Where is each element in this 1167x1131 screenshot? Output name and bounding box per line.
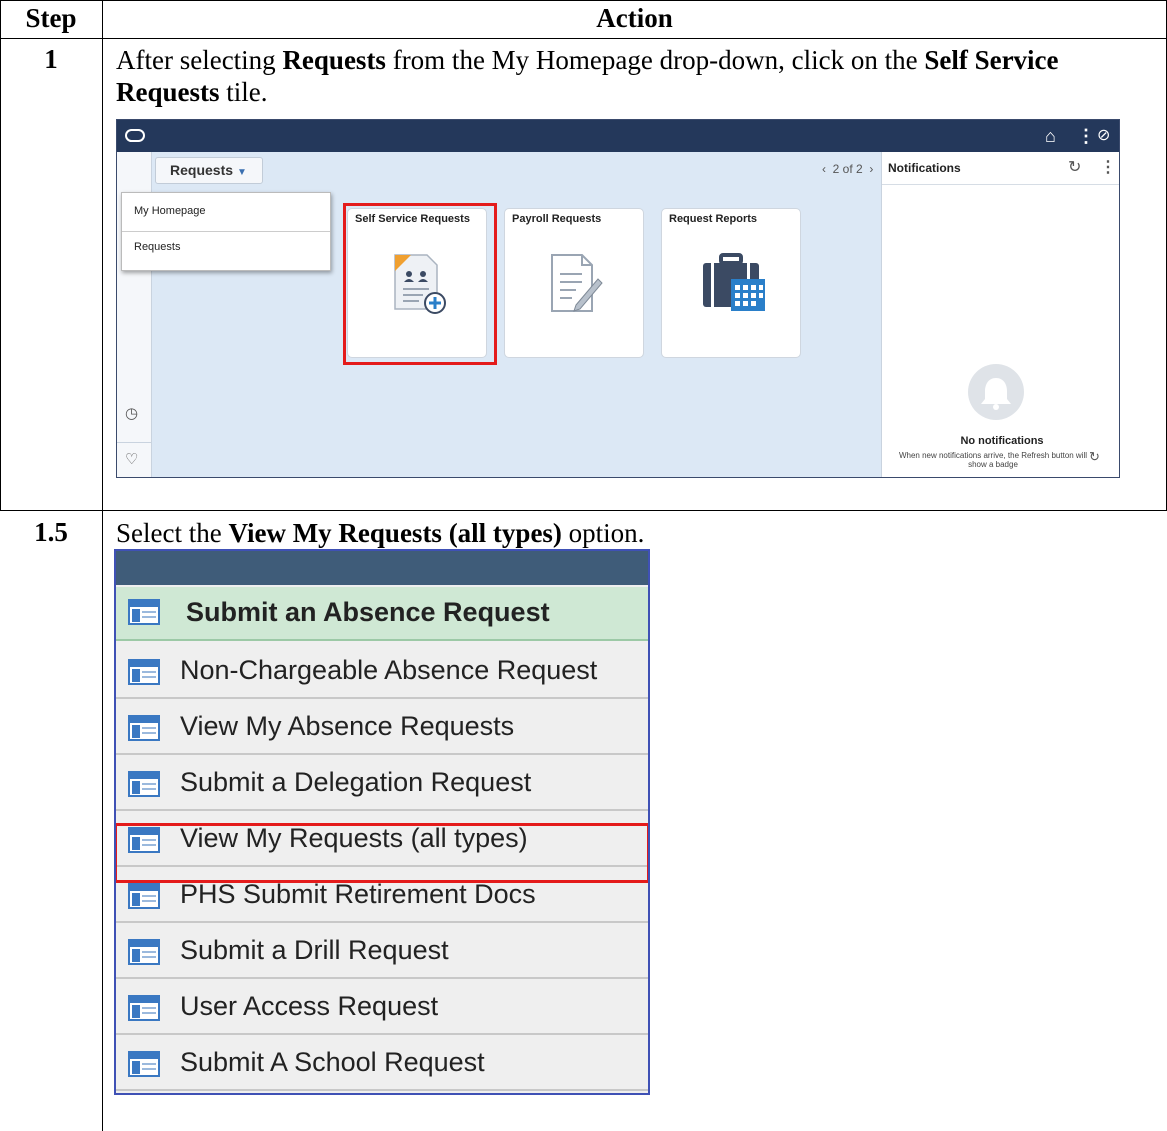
caret-down-icon: ▼	[237, 167, 247, 178]
step-instruction: After selecting Requests from the My Hom…	[116, 45, 1059, 107]
page-icon	[128, 599, 160, 632]
page-icon	[128, 771, 160, 804]
header-action: Action	[596, 3, 673, 33]
page-icon	[128, 995, 160, 1028]
page-icon	[128, 659, 160, 692]
menu-item[interactable]: Submit an Absence Request	[116, 587, 648, 641]
notifications-title: Notifications	[888, 161, 961, 175]
homepage-screenshot: ⌂ ⋮ ⊘ ◷ ♡ Requests ▼ ‹ 2 of 2 › Self Serv…	[116, 119, 1120, 478]
menu-header-bar	[116, 551, 648, 585]
bell-icon	[968, 364, 1024, 420]
homepage-dropdown-menu: My Homepage Requests	[121, 192, 331, 271]
menu-item-label: PHS Submit Retirement Docs	[180, 879, 536, 909]
clock-icon[interactable]: ◷	[125, 404, 138, 422]
menu-item[interactable]: View My Absence Requests	[116, 701, 648, 755]
menu-item-label: User Access Request	[180, 991, 439, 1021]
tile-request-reports[interactable]: Request Reports	[661, 208, 801, 358]
highlight-box	[116, 823, 648, 883]
kebab-menu-icon[interactable]: ⋮	[1100, 157, 1116, 177]
menu-item-label: Submit an Absence Request	[186, 597, 550, 627]
table-left-border	[0, 0, 1, 511]
page-icon	[128, 883, 160, 916]
request-menu-screenshot: Submit an Absence Request Non-Chargeable …	[114, 549, 650, 1095]
menu-item[interactable]: User Access Request	[116, 981, 648, 1035]
step-instruction: Select the View My Requests (all types) …	[116, 518, 645, 548]
briefcase-calendar-icon	[703, 253, 765, 311]
dropdown-item-my-homepage[interactable]: My Homepage	[134, 205, 206, 217]
column-divider	[102, 0, 103, 1131]
menu-item[interactable]: Non-Chargeable Absence Request	[116, 645, 648, 699]
menu-item-label: Submit a Delegation Request	[180, 767, 532, 797]
tile-payroll-requests[interactable]: Payroll Requests	[504, 208, 644, 358]
home-icon[interactable]: ⌂	[1045, 125, 1056, 147]
page-indicator[interactable]: ‹ 2 of 2 ›	[822, 162, 873, 176]
header-bottom-border	[0, 38, 1167, 39]
document-edit-icon	[551, 254, 603, 312]
top-banner: ⌂ ⋮ ⊘	[117, 120, 1119, 152]
menu-item-label: View My Absence Requests	[180, 711, 515, 741]
no-notifications-title: No notifications	[960, 435, 1044, 447]
menu-item-label: Non-Chargeable Absence Request	[180, 655, 598, 685]
no-notifications-description: When new notifications arrive, the Refre…	[898, 451, 1088, 469]
menu-item[interactable]: Submit A School Request	[116, 1037, 648, 1091]
row1-bottom-border	[0, 510, 1167, 511]
notifications-panel: Notifications ↻ ⋮ No notifications When …	[881, 152, 1119, 477]
heart-icon[interactable]: ♡	[125, 450, 138, 468]
dropdown-item-requests[interactable]: Requests	[134, 241, 180, 253]
compass-icon[interactable]: ⊘	[1097, 125, 1110, 147]
page-icon	[128, 715, 160, 748]
highlight-box	[343, 203, 497, 365]
menu-item-label: Submit a Drill Request	[180, 935, 449, 965]
header-step: Step	[25, 3, 77, 33]
homepage-selector-button[interactable]: Requests ▼	[155, 157, 263, 184]
page-icon	[128, 1051, 160, 1084]
menu-item-label: Submit A School Request	[180, 1047, 485, 1077]
kebab-menu-icon[interactable]: ⋮	[1077, 125, 1095, 147]
step-number: 1.5	[34, 517, 68, 547]
step-number: 1	[44, 44, 58, 74]
refresh-icon[interactable]: ↻	[1068, 157, 1081, 177]
menu-item[interactable]: Submit a Drill Request	[116, 925, 648, 979]
page-icon	[128, 939, 160, 972]
refresh-icon: ↻	[1089, 449, 1100, 464]
oracle-logo-icon[interactable]	[125, 129, 145, 142]
menu-item[interactable]: Submit a Delegation Request	[116, 757, 648, 811]
